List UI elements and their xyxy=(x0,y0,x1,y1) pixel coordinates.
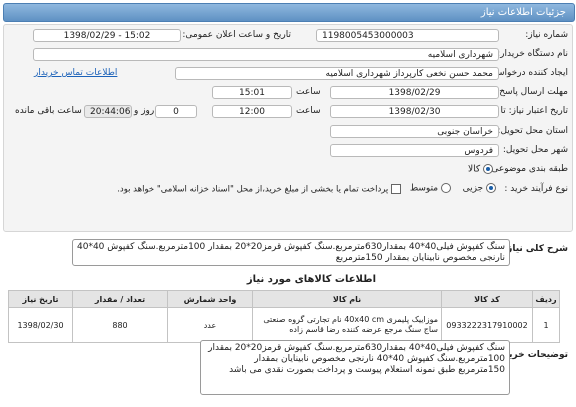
need-number-label: شماره نیاز: xyxy=(525,30,568,40)
col-row: ردیف xyxy=(532,290,560,308)
minor-radio-label: جزیی xyxy=(462,183,484,194)
page-title: جزئیات اطلاعات نیاز xyxy=(480,7,566,18)
process-medium-option: متوسط xyxy=(410,183,451,194)
treasury-payment-text: پرداخت تمام یا بخشی از مبلغ خرید،از محل … xyxy=(117,184,389,195)
medium-radio[interactable] xyxy=(441,183,451,193)
province-field[interactable]: خراسان جنوبی xyxy=(330,125,499,138)
remaining-days-label: روز و xyxy=(134,106,155,116)
category-label: طبقه بندی موضوعی: xyxy=(488,164,568,174)
creator-field[interactable]: محمد حسن نخعی کارپرداز شهرداری اسلامیه xyxy=(175,67,499,80)
process-minor-option: جزیی xyxy=(463,183,496,194)
category-options: کالا xyxy=(468,164,493,175)
goods-unit: عدد xyxy=(167,307,253,343)
validity-time-field[interactable]: 12:00 xyxy=(212,105,292,118)
remaining-time-field: 20:44:06 xyxy=(84,105,132,118)
treasury-payment-checkbox[interactable] xyxy=(391,184,401,194)
goods-radio-label: کالا xyxy=(467,164,481,175)
goods-date: 1398/02/30 xyxy=(8,307,73,343)
medium-radio-label: متوسط xyxy=(409,183,439,194)
buyer-notes-text: سنگ کفپوش فیلی40*40 بمقدار630مترمربع.سنگ… xyxy=(200,340,510,395)
city-field[interactable]: فردوس xyxy=(330,144,499,157)
validity-date-field[interactable]: 1398/02/30 xyxy=(330,105,499,118)
page-header: جزئیات اطلاعات نیاز xyxy=(3,3,575,22)
announce-datetime-label: تاریخ و ساعت اعلان عمومی: xyxy=(182,30,291,40)
col-unit: واحد شمارش xyxy=(167,290,253,308)
deadline-time-label: ساعت xyxy=(296,87,321,97)
buyer-org-field[interactable]: شهرداری اسلامیه xyxy=(33,48,499,61)
treasury-payment-option: پرداخت تمام یا بخشی از مبلغ خرید،از محل … xyxy=(117,184,401,195)
city-label: شهر محل تحویل: xyxy=(502,145,568,155)
minor-radio[interactable] xyxy=(486,183,496,193)
buyer-contact-link[interactable]: اطلاعات تماس خریدار xyxy=(34,68,117,78)
summary-text: سنگ کفپوش فیلی40*40 بمقدار630مترمربع.سنگ… xyxy=(72,239,510,266)
payment-process-label: نوع فرآیند خرید : xyxy=(504,184,568,194)
goods-radio[interactable] xyxy=(483,164,493,174)
goods-section-title: اطلاعات کالاهای مورد نیاز xyxy=(246,274,376,285)
remaining-time-label: ساعت باقی مانده xyxy=(15,106,82,116)
need-number-field[interactable]: 1198005453000003 xyxy=(316,29,499,42)
col-code: کد کالا xyxy=(441,290,533,308)
goods-code: 0933222317910002 xyxy=(441,307,533,343)
province-label: استان محل تحویل: xyxy=(497,126,568,136)
buyer-org-label: نام دستگاه خریدار: xyxy=(497,49,568,59)
goods-name: موزاییک پلیمری 40x40 cm نام تجارتی گروه … xyxy=(252,307,442,343)
deadline-time-field[interactable]: 15:01 xyxy=(212,86,292,99)
row-number: 1 xyxy=(532,307,560,343)
goods-table-header: ردیف کد کالا نام کالا واحد شمارش تعداد /… xyxy=(8,290,560,308)
goods-table: ردیف کد کالا نام کالا واحد شمارش تعداد /… xyxy=(8,290,560,343)
validity-time-label: ساعت xyxy=(296,106,321,116)
summary-label: شرح کلی نیاز: xyxy=(503,244,568,254)
remaining-days-field[interactable]: 0 xyxy=(155,105,197,118)
col-qty: تعداد / مقدار xyxy=(72,290,168,308)
col-name: نام کالا xyxy=(252,290,442,308)
table-row[interactable]: 1 0933222317910002 موزاییک پلیمری 40x40 … xyxy=(8,307,560,343)
col-date: تاریخ نیاز xyxy=(8,290,73,308)
announce-datetime-field[interactable]: 1398/02/29 - 15:02 xyxy=(33,29,181,42)
deadline-date-field[interactable]: 1398/02/29 xyxy=(330,86,499,99)
goods-qty: 880 xyxy=(72,307,168,343)
